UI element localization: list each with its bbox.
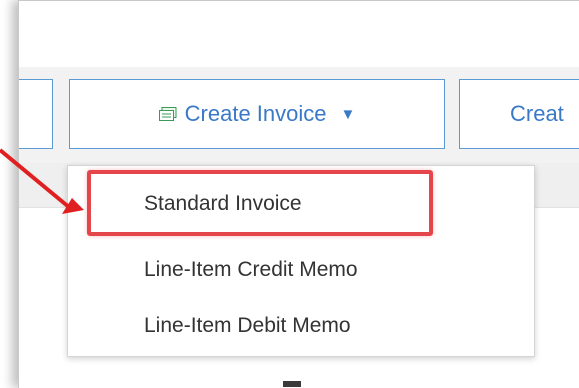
pointer-arrow-icon (0, 148, 84, 214)
toolbar: Create Invoice ▼ Creat (19, 67, 579, 163)
invoice-icon (158, 107, 177, 121)
create-next-label: Creat (510, 101, 564, 126)
menu-item-label: Line-Item Debit Memo (144, 314, 351, 337)
top-bar (19, 1, 579, 68)
menu-item-label: Line-Item Credit Memo (144, 258, 358, 281)
partial-element (283, 381, 301, 387)
menu-item-line-item-debit-memo[interactable]: Line-Item Debit Memo (68, 296, 534, 356)
create-invoice-button[interactable]: Create Invoice ▼ (69, 79, 445, 149)
highlight-box (87, 170, 433, 236)
create-invoice-label: Create Invoice (184, 101, 327, 126)
caret-down-icon: ▼ (340, 105, 356, 123)
create-next-button[interactable]: Creat (459, 79, 579, 149)
menu-item-line-item-credit-memo[interactable]: Line-Item Credit Memo (68, 240, 534, 300)
